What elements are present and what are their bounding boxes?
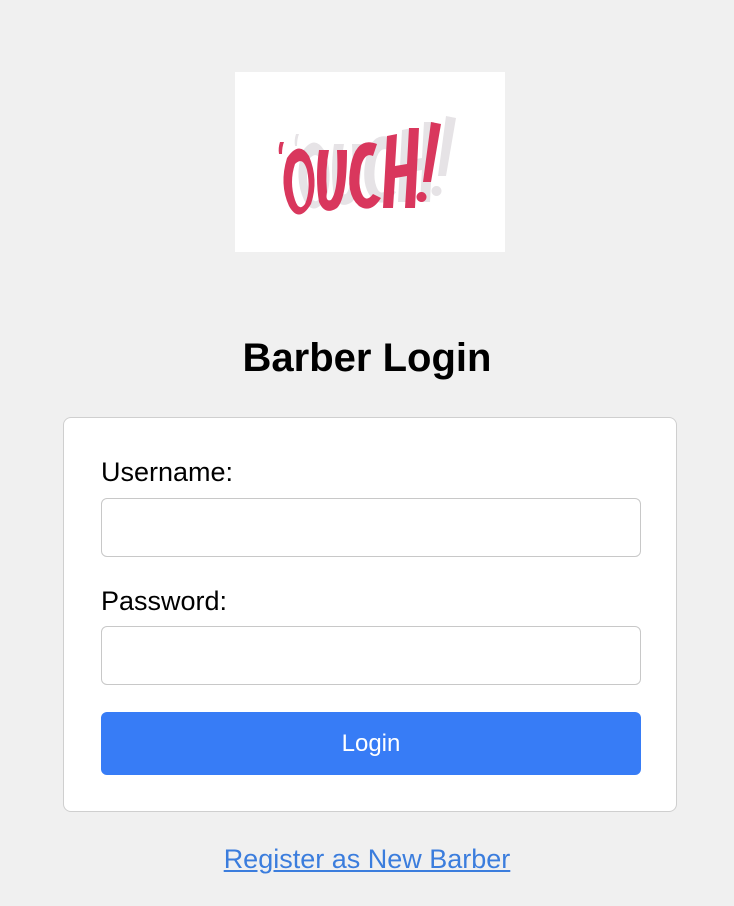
- ouch-logo-image: [278, 116, 456, 215]
- username-input[interactable]: [101, 498, 641, 557]
- username-label: Username:: [101, 457, 234, 487]
- register-barber-link[interactable]: Register as New Barber: [224, 844, 511, 874]
- page-title: Barber Login: [242, 336, 492, 380]
- password-label: Password:: [101, 586, 228, 616]
- login-page: Barber Login Username: Password: Login R…: [0, 0, 734, 906]
- register-link-container: Register as New Barber: [0, 842, 734, 876]
- login-button[interactable]: Login: [101, 712, 641, 775]
- login-form-card: Username: Password: Login: [63, 417, 677, 812]
- password-input[interactable]: [101, 626, 641, 685]
- ouch-logo: [235, 72, 505, 252]
